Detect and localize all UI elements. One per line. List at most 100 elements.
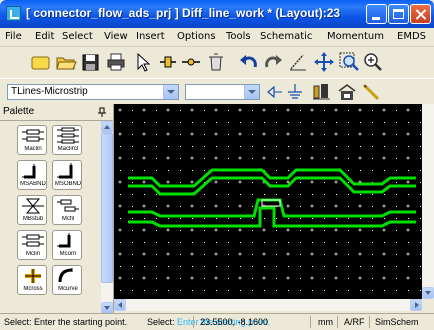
chevron-down-icon[interactable] — [163, 85, 178, 99]
scroll-down-button[interactable] — [422, 287, 434, 299]
grid-cross — [358, 252, 362, 256]
grid-dot — [156, 206, 157, 207]
palette-item-mbstub[interactable]: MBstub — [17, 195, 47, 225]
title-bar[interactable]: [ connector_flow_ads_prj ] Diff_line_wor… — [0, 0, 434, 28]
port-icon[interactable] — [262, 81, 284, 103]
library-combo[interactable]: TLines-Microstrip — [7, 84, 179, 100]
chevron-down-icon[interactable] — [244, 85, 259, 99]
insert-component-icon[interactable] — [157, 51, 179, 73]
status-hint-prefix: Select: — [147, 317, 175, 327]
palette-item-mclin[interactable]: Mclin — [17, 230, 47, 260]
grid-dot — [252, 194, 253, 195]
scroll-up-button[interactable] — [101, 121, 113, 133]
differential-traces[interactable] — [128, 168, 416, 228]
grid-dot — [228, 146, 229, 147]
grid-cross — [190, 228, 194, 232]
close-button[interactable] — [410, 4, 431, 24]
menu-select[interactable]: Select — [62, 31, 93, 42]
simulate-icon[interactable] — [310, 81, 332, 103]
grid-dot — [336, 194, 337, 195]
layout-drawing[interactable] — [114, 104, 422, 299]
ads-app-icon[interactable] — [6, 6, 21, 21]
palette-item-mcurve[interactable]: Mcurve — [52, 265, 82, 295]
component-palette: Palette Maclin Maclin3 MSABND MSOBND MBs… — [0, 104, 114, 314]
save-icon[interactable] — [80, 51, 102, 73]
curve-icon — [58, 268, 73, 283]
menu-insert[interactable]: Insert — [136, 31, 165, 42]
menu-schematic[interactable]: Schematic — [260, 31, 312, 42]
palette-item-label: Mcfil — [61, 216, 75, 222]
status-separator — [310, 316, 311, 328]
grid-dot — [192, 218, 193, 219]
grid-dot — [372, 254, 373, 255]
minimize-button[interactable] — [366, 4, 387, 24]
grid-cross — [406, 132, 410, 136]
grid-dot — [228, 290, 229, 291]
canvas-vertical-scrollbar[interactable] — [422, 104, 434, 299]
redo-icon[interactable] — [262, 51, 284, 73]
grid-cross — [166, 228, 170, 232]
grid-dot — [324, 182, 325, 183]
new-icon[interactable] — [30, 51, 52, 73]
menu-momentum[interactable]: Momentum — [327, 31, 384, 42]
select-pointer-icon[interactable] — [132, 51, 154, 73]
grid-dot — [264, 290, 265, 291]
optimal-bend-icon — [57, 163, 73, 179]
grid-cross — [262, 156, 266, 160]
canvas-horizontal-scrollbar[interactable] — [114, 299, 422, 311]
maximize-button[interactable] — [388, 4, 409, 24]
scroll-left-button[interactable] — [114, 299, 126, 311]
menu-tools[interactable]: Tools — [226, 31, 251, 42]
grid-dot — [372, 206, 373, 207]
coupled-line-icon — [22, 234, 44, 247]
menu-file[interactable]: File — [5, 31, 22, 42]
grid-dot — [180, 266, 181, 267]
wire-icon[interactable] — [360, 81, 382, 103]
grid-dot — [228, 266, 229, 267]
grid-dot — [408, 194, 409, 195]
home-icon[interactable] — [336, 81, 358, 103]
menu-view[interactable]: View — [104, 31, 128, 42]
print-icon[interactable] — [105, 51, 127, 73]
palette-scrollbar[interactable] — [101, 121, 113, 314]
component-combo[interactable] — [185, 84, 260, 100]
zoom-in-icon[interactable] — [362, 51, 384, 73]
palette-item-mcorn[interactable]: Mcorn — [52, 230, 82, 260]
ground-icon[interactable] — [284, 81, 306, 103]
grid-dot — [408, 242, 409, 243]
undo-icon[interactable] — [238, 51, 260, 73]
pin-icon[interactable] — [97, 107, 107, 117]
grid-dot — [264, 146, 265, 147]
grid-dot — [228, 134, 229, 135]
open-icon[interactable] — [55, 51, 77, 73]
insert-port-icon[interactable] — [180, 51, 202, 73]
menu-emds[interactable]: EMDS — [397, 31, 426, 42]
grid-dot — [276, 170, 277, 171]
menu-edit[interactable]: Edit — [35, 31, 54, 42]
measure-icon[interactable] — [287, 51, 309, 73]
scroll-right-button[interactable] — [410, 299, 422, 311]
grid-cross — [238, 204, 242, 208]
menu-options[interactable]: Options — [177, 31, 216, 42]
grid-cross — [406, 276, 410, 280]
grid-dot — [396, 110, 397, 111]
grid-cross — [238, 132, 242, 136]
palette-item-maclin[interactable]: Maclin — [17, 125, 47, 155]
grid-dot — [180, 134, 181, 135]
grid-cross — [406, 156, 410, 160]
delete-icon[interactable] — [205, 51, 227, 73]
palette-item-msabnd[interactable]: MSABND — [17, 160, 47, 190]
palette-scroll-thumb[interactable] — [101, 133, 113, 283]
grid-cross — [142, 132, 146, 136]
grid-dot — [156, 242, 157, 243]
move-icon[interactable] — [313, 51, 335, 73]
palette-item-mcross[interactable]: Mcross — [17, 265, 47, 295]
grid-dot — [276, 194, 277, 195]
palette-item-msobnd[interactable]: MSOBND — [52, 160, 82, 190]
grid-dot — [264, 194, 265, 195]
layout-canvas[interactable] — [114, 104, 422, 299]
palette-item-mcfil[interactable]: Mcfil — [52, 195, 82, 225]
zoom-area-icon[interactable] — [338, 51, 360, 73]
grid-dot — [144, 290, 145, 291]
palette-item-maclin3[interactable]: Maclin3 — [52, 125, 82, 155]
